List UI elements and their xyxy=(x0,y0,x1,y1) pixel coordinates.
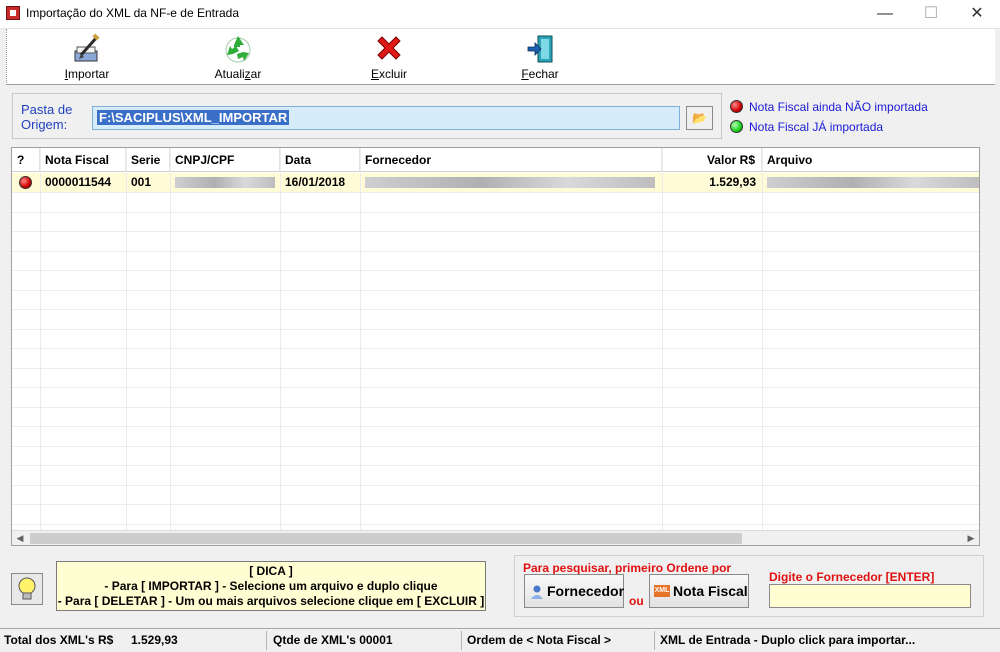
col-header-serie[interactable]: Serie xyxy=(126,148,170,172)
folder-label: Pasta de Origem: xyxy=(21,102,73,132)
col-header-fornecedor[interactable]: Fornecedor xyxy=(360,148,662,172)
green-status-icon xyxy=(730,120,743,133)
window-title: Importação do XML da NF-e de Entrada xyxy=(26,6,239,20)
importar-button[interactable]: Importar xyxy=(32,29,142,84)
grid-row-line xyxy=(12,504,979,505)
user-icon xyxy=(531,585,543,599)
grid-row-line xyxy=(12,465,979,466)
search-hint: Para pesquisar, primeiro Ordene por xyxy=(523,561,732,575)
col-header-status[interactable]: ? xyxy=(12,148,40,172)
scroll-right-icon[interactable]: ▶ xyxy=(963,531,979,545)
folder-open-icon: 📂 xyxy=(692,111,707,125)
folder-path-input[interactable]: F:\SACIPLUS\XML_IMPORTAR xyxy=(92,106,680,130)
grid-row-line xyxy=(12,524,979,525)
import-pen-icon xyxy=(74,33,100,62)
fornecedor-search-input[interactable] xyxy=(769,584,971,608)
red-status-icon xyxy=(730,100,743,113)
col-header-cnpj[interactable]: CNPJ/CPF xyxy=(170,148,280,172)
cell-nota-fiscal: 0000011544 xyxy=(45,175,112,189)
grid-row-line xyxy=(12,309,979,310)
grid-row-line xyxy=(12,387,979,388)
xml-file-grid[interactable]: ? Nota Fiscal Serie CNPJ/CPF Data Fornec… xyxy=(11,147,980,546)
col-header-arquivo[interactable]: Arquivo xyxy=(762,148,979,172)
col-header-nota-fiscal[interactable]: Nota Fiscal xyxy=(40,148,126,172)
or-label: ou xyxy=(629,594,644,608)
close-button[interactable]: ✕ xyxy=(954,0,1000,28)
recycle-refresh-icon xyxy=(225,36,251,63)
lightbulb-icon xyxy=(11,573,43,605)
sort-nota-fiscal-button[interactable]: XML Nota Fiscal xyxy=(649,574,749,608)
cell-valor: 1.529,93 xyxy=(709,175,756,189)
grid-row-line xyxy=(12,192,979,193)
app-icon xyxy=(6,6,20,20)
fornecedor-input-label: Digite o Fornecedor [ENTER] xyxy=(769,570,935,584)
minimize-button[interactable]: — xyxy=(862,0,908,28)
grid-row-line xyxy=(12,290,979,291)
fechar-button[interactable]: Fechar xyxy=(485,29,595,84)
exit-door-icon xyxy=(527,35,553,63)
scrollbar-thumb[interactable] xyxy=(30,533,742,544)
status-total-value: 1.529,93 xyxy=(131,633,178,647)
cell-arquivo-redacted xyxy=(762,173,979,192)
atualizar-button[interactable]: Atualizar xyxy=(183,29,293,84)
tip-line-import: - Para [ IMPORTAR ] - Selecione um arqui… xyxy=(104,579,438,593)
grid-row-line xyxy=(12,368,979,369)
tip-title: [ DICA ] xyxy=(249,564,293,578)
tip-box: [ DICA ] - Para [ IMPORTAR ] - Selecione… xyxy=(56,561,486,611)
grid-row-line xyxy=(12,212,979,213)
status-ordem: Ordem de < Nota Fiscal > xyxy=(467,633,612,647)
col-header-valor[interactable]: Valor R$ xyxy=(662,148,762,172)
search-panel: Para pesquisar, primeiro Ordene por Forn… xyxy=(514,555,984,617)
table-row[interactable]: 0000011544 001 16/01/2018 1.529,93 xyxy=(12,173,979,192)
status-hint: XML de Entrada - Duplo click para import… xyxy=(660,633,916,647)
grid-row-line xyxy=(12,446,979,447)
grid-row-line xyxy=(12,348,979,349)
status-bar: Total dos XML's R$ 1.529,93 Qtde de XML'… xyxy=(0,628,1000,652)
excluir-button[interactable]: Excluir xyxy=(334,29,444,84)
col-header-data[interactable]: Data xyxy=(280,148,360,172)
title-bar: Importação do XML da NF-e de Entrada — ☐… xyxy=(0,0,1000,29)
toolbar: Importar Atualizar Excluir Fechar xyxy=(6,29,995,85)
cell-fornecedor-redacted xyxy=(360,173,662,192)
grid-row-line xyxy=(12,407,979,408)
cell-cnpj-redacted xyxy=(170,173,280,192)
scroll-left-icon[interactable]: ◀ xyxy=(12,531,28,545)
xml-file-icon: XML xyxy=(654,585,670,597)
folder-panel: Pasta de Origem: F:\SACIPLUS\XML_IMPORTA… xyxy=(12,93,722,139)
grid-row-line xyxy=(12,329,979,330)
grid-row-line xyxy=(12,251,979,252)
grid-row-line xyxy=(12,270,979,271)
sort-fornecedor-button[interactable]: Fornecedor xyxy=(524,574,624,608)
status-total-label: Total dos XML's R$ xyxy=(4,633,114,647)
grid-row-line xyxy=(12,485,979,486)
red-x-delete-icon xyxy=(377,36,401,60)
row-status-icon xyxy=(19,176,32,189)
browse-folder-button[interactable]: 📂 xyxy=(686,106,713,130)
grid-row-line xyxy=(12,231,979,232)
maximize-button[interactable]: ☐ xyxy=(908,0,954,28)
folder-path-value: F:\SACIPLUS\XML_IMPORTAR xyxy=(97,110,290,125)
horizontal-scrollbar[interactable]: ◀ ▶ xyxy=(12,530,979,545)
cell-serie: 001 xyxy=(131,175,152,189)
status-qtde: Qtde de XML's 00001 xyxy=(273,633,393,647)
grid-row-line xyxy=(12,426,979,427)
cell-data: 16/01/2018 xyxy=(285,175,346,189)
tip-line-delete: - Para [ DELETAR ] - Um ou mais arquivos… xyxy=(57,594,485,608)
